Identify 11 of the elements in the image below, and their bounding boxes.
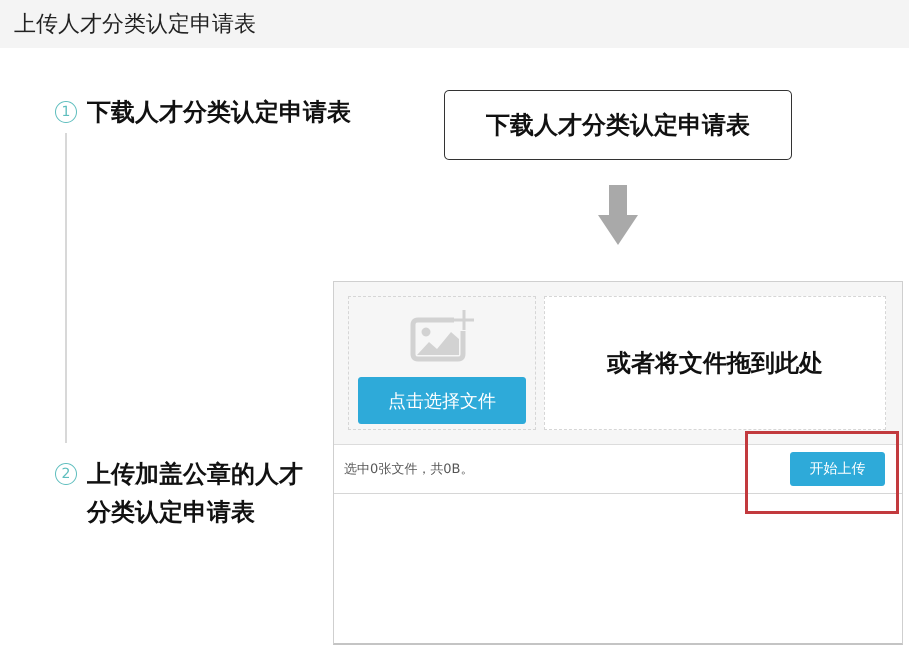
step-label: 上传加盖公章的人才分类认定申请表 xyxy=(87,459,304,528)
drop-hint: 或者将文件拖到此处 xyxy=(607,348,823,379)
add-image-icon xyxy=(410,309,474,362)
step-label: 下载人才分类认定申请表 xyxy=(87,97,351,128)
step-number: 1 xyxy=(55,101,77,123)
drop-zone[interactable]: 或者将文件拖到此处 xyxy=(544,296,886,430)
down-arrow-icon xyxy=(598,185,638,245)
step-number: 2 xyxy=(55,463,77,485)
download-form-button[interactable]: 下载人才分类认定申请表 xyxy=(444,90,792,160)
file-count-status: 选中0张文件，共0B。 xyxy=(344,461,474,478)
window-title: 上传人才分类认定申请表 xyxy=(14,11,256,39)
